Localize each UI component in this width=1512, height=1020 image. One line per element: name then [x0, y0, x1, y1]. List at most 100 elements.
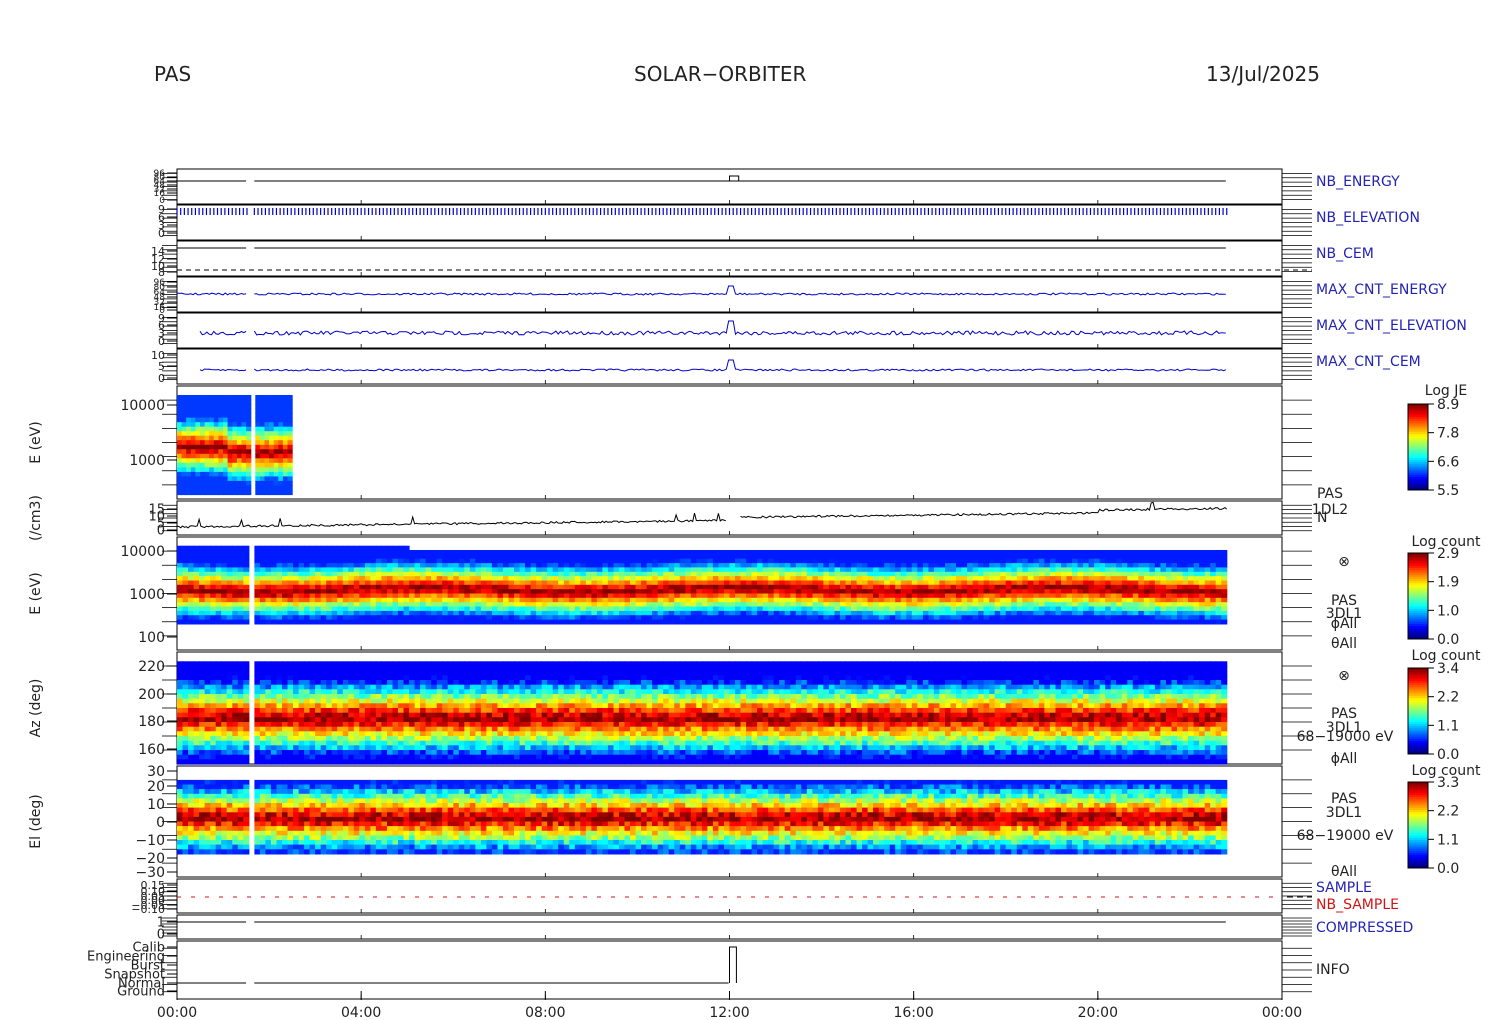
heat-cell	[585, 567, 592, 573]
heat-cell	[204, 750, 211, 756]
heat-cell	[298, 558, 305, 564]
heat-cell	[269, 449, 275, 455]
heat-cell	[293, 567, 300, 573]
heat-cell	[1160, 597, 1167, 603]
heat-cell	[1154, 554, 1161, 560]
heat-cell	[326, 602, 333, 608]
heat-cell	[933, 563, 940, 568]
heat-cell	[624, 554, 631, 560]
heat-cell	[983, 619, 990, 625]
heat-cell	[707, 615, 714, 621]
heat-cell	[967, 615, 974, 621]
heat-cell	[193, 670, 200, 676]
heat-cell	[585, 571, 592, 577]
heat-cell	[602, 615, 609, 621]
heat-cell	[458, 597, 465, 603]
heat-cell	[241, 413, 247, 419]
heat-cell	[188, 675, 195, 681]
heat-cell	[1005, 589, 1012, 595]
heat-cell	[740, 576, 747, 581]
heat-cell	[177, 675, 184, 681]
heat-cell	[236, 408, 243, 414]
heat-cell	[273, 413, 279, 419]
heat-cell	[387, 571, 394, 577]
heat-cell	[200, 458, 206, 464]
heat-cell	[246, 485, 252, 491]
heat-cell	[972, 584, 979, 590]
heat-cell	[204, 576, 211, 581]
heat-cell	[1000, 606, 1007, 612]
heat-cell	[574, 589, 581, 595]
heat-cell	[177, 462, 183, 468]
heat-cell	[210, 580, 217, 586]
heat-cell	[337, 610, 344, 616]
heat-cell	[989, 584, 996, 590]
heat-cell	[956, 563, 963, 568]
heat-cell	[751, 584, 758, 590]
heat-cell	[199, 675, 206, 681]
heat-cell	[254, 554, 261, 560]
heat-cell	[298, 619, 305, 625]
heat-cell	[856, 580, 863, 586]
heat-cell	[652, 606, 659, 612]
heat-cell	[213, 449, 219, 455]
heat-cell	[613, 584, 620, 590]
heat-cell	[436, 563, 443, 568]
heat-cell	[1116, 580, 1123, 586]
heat-cell	[204, 426, 210, 432]
heat-cell	[282, 404, 289, 410]
heat-cell	[287, 576, 294, 581]
heat-cell	[1038, 571, 1045, 577]
heat-cell	[663, 580, 670, 586]
heat-cell	[213, 490, 219, 496]
heat-cell	[806, 593, 813, 599]
heat-cell	[254, 745, 261, 751]
heat-cell	[177, 563, 184, 568]
heat-cell	[227, 413, 233, 419]
heat-cell	[945, 589, 952, 595]
heat-cell	[972, 571, 979, 577]
heat-cell	[712, 597, 719, 603]
heat-cell	[182, 589, 189, 595]
heat-cell	[215, 740, 222, 746]
heat-cell	[817, 571, 824, 577]
heat-cell	[845, 619, 852, 625]
heat-cell	[188, 606, 195, 612]
heat-cell	[218, 490, 224, 496]
heat-cell	[884, 589, 891, 595]
heat-cell	[392, 567, 399, 573]
heat-cell	[237, 680, 244, 686]
heat-cell	[856, 571, 863, 577]
heat-cell	[1138, 619, 1145, 625]
heat-cell	[221, 712, 228, 718]
heat-cell	[259, 615, 266, 621]
heat-cell	[983, 593, 990, 599]
heat-cell	[635, 602, 642, 608]
heat-cell	[724, 589, 731, 595]
heat-cell	[663, 602, 670, 608]
heat-cell	[259, 597, 266, 603]
heat-cell	[1149, 567, 1156, 573]
heat-cell	[828, 606, 835, 612]
heat-cell	[701, 619, 708, 625]
heat-cell	[1149, 571, 1156, 577]
heat-cell	[1044, 619, 1051, 625]
heat-cell	[254, 593, 261, 599]
heat-cell	[237, 684, 244, 690]
heat-cell	[278, 399, 284, 405]
heat-cell	[679, 558, 686, 564]
heat-cell	[398, 558, 405, 564]
heat-cell	[967, 580, 974, 586]
heat-cell	[784, 584, 791, 590]
heat-cell	[569, 597, 576, 603]
heat-cell	[563, 615, 570, 621]
heat-cell	[193, 602, 200, 608]
heat-cell	[497, 571, 504, 577]
heat-cell	[1116, 571, 1123, 577]
heat-cell	[768, 619, 775, 625]
heat-cell	[596, 550, 603, 555]
heat-cell	[226, 684, 233, 690]
heat-cell	[712, 593, 719, 599]
heat-cell	[828, 584, 835, 590]
heat-cell	[1094, 563, 1101, 568]
